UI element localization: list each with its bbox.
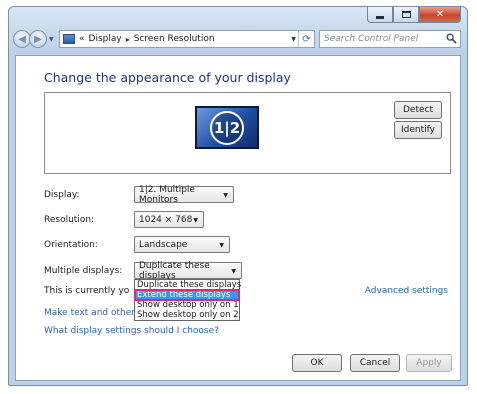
recent-pages-dropdown-icon[interactable]: ▼ xyxy=(49,36,54,43)
address-bar[interactable]: « Display ▸ Screen Resolution ▼ ⟳ xyxy=(59,30,315,48)
orientation-value: Landscape xyxy=(139,239,188,250)
chevron-down-icon: ▼ xyxy=(193,217,198,224)
detect-button[interactable]: Detect xyxy=(394,101,442,119)
display-select[interactable]: 1|2. Multiple Monitors ▼ xyxy=(134,184,234,205)
page-title: Change the appearance of your display xyxy=(44,70,291,85)
dropdown-option[interactable]: Duplicate these displays xyxy=(135,280,241,290)
resolution-label: Resolution: xyxy=(44,215,95,225)
refresh-button[interactable]: ⟳ xyxy=(298,31,314,47)
maximize-button[interactable] xyxy=(393,7,419,23)
multiple-displays-label: Multiple displays: xyxy=(44,266,123,276)
text-size-link[interactable]: Make text and other xyxy=(44,308,135,318)
forward-button[interactable]: ▶ xyxy=(29,30,47,48)
identify-button[interactable]: Identify xyxy=(394,121,442,139)
forward-arrow-icon: ▶ xyxy=(34,33,42,45)
apply-button[interactable]: Apply xyxy=(406,354,452,372)
chevron-down-icon: ▼ xyxy=(231,268,236,275)
dropdown-option[interactable]: Show desktop only on 1 xyxy=(135,300,239,310)
close-button[interactable]: ✕ xyxy=(419,7,461,23)
breadcrumb-screen-resolution[interactable]: Screen Resolution xyxy=(134,34,215,44)
multiple-displays-select[interactable]: Duplicate these displays ▼ xyxy=(134,260,242,281)
cancel-button[interactable]: Cancel xyxy=(350,354,400,372)
control-panel-icon xyxy=(63,34,75,44)
breadcrumb-overflow[interactable]: « xyxy=(79,34,85,44)
orientation-label: Orientation: xyxy=(44,240,98,250)
display-label: Display: xyxy=(44,190,80,200)
advanced-settings-link[interactable]: Advanced settings xyxy=(365,286,448,296)
multiple-displays-options: Duplicate these displays Extend these di… xyxy=(134,279,241,321)
maximize-icon xyxy=(401,11,411,18)
content-pane: Change the appearance of your display 1|… xyxy=(15,55,461,381)
minimize-button[interactable] xyxy=(367,7,393,23)
caption-buttons: ✕ xyxy=(367,7,461,23)
minimize-icon xyxy=(376,15,384,19)
back-arrow-icon: ◀ xyxy=(18,33,26,45)
refresh-icon: ⟳ xyxy=(302,33,311,45)
breadcrumb-separator-icon[interactable]: ▸ xyxy=(126,35,130,44)
multiple-displays-value: Duplicate these displays xyxy=(139,260,210,281)
monitor-number: 1|2 xyxy=(210,110,244,145)
display-preview: 1|2 Detect Identify xyxy=(44,92,451,174)
monitor-preview[interactable]: 1|2 xyxy=(195,106,259,149)
search-input[interactable]: Search Control Panel xyxy=(319,30,461,48)
ok-button[interactable]: OK xyxy=(292,354,342,372)
orientation-select[interactable]: Landscape ▼ xyxy=(134,236,230,253)
chevron-down-icon: ▼ xyxy=(223,192,228,199)
resolution-value: 1024 × 768 xyxy=(139,214,193,225)
search-placeholder: Search Control Panel xyxy=(324,34,419,44)
control-panel-window: ✕ ◀ ▶ ▼ « Display ▸ Screen Resolution ▼ … xyxy=(8,6,468,386)
dropdown-option-highlighted[interactable]: Extend these displays xyxy=(134,289,240,301)
close-icon: ✕ xyxy=(435,8,445,20)
resolution-select[interactable]: 1024 × 768 ▼ xyxy=(134,211,204,228)
dropdown-option[interactable]: Show desktop only on 2 xyxy=(135,310,239,320)
breadcrumb-display[interactable]: Display xyxy=(89,34,122,44)
address-dropdown-icon[interactable]: ▼ xyxy=(291,36,296,43)
display-help-link[interactable]: What display settings should I choose? xyxy=(44,326,219,336)
search-icon[interactable] xyxy=(446,33,457,44)
status-text: This is currently yo xyxy=(44,286,130,296)
display-value: 1|2. Multiple Monitors xyxy=(139,184,195,205)
navigation-bar: ◀ ▶ ▼ « Display ▸ Screen Resolution ▼ ⟳ … xyxy=(13,29,463,51)
chevron-down-icon: ▼ xyxy=(219,242,224,249)
